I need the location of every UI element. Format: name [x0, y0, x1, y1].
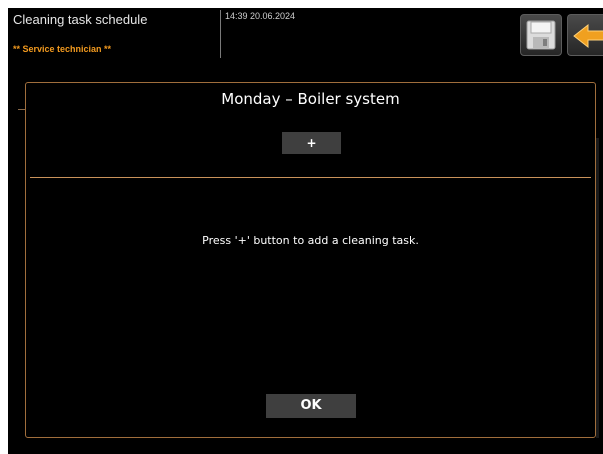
- back-arrow-icon: [573, 23, 603, 49]
- clock-display: 14:39 20.06.2024: [225, 11, 296, 21]
- user-role-label: ** Service technician **: [13, 44, 112, 54]
- screen: Cleaning task schedule ** Service techni…: [0, 0, 603, 454]
- back-button[interactable]: [567, 14, 603, 56]
- dialog-title: Monday – Boiler system: [221, 90, 400, 108]
- ok-button[interactable]: OK: [266, 394, 356, 418]
- dialog-separator: [30, 177, 591, 178]
- save-button[interactable]: [520, 14, 562, 56]
- screen-title: Cleaning task schedule: [13, 12, 148, 27]
- header-divider: [220, 10, 221, 58]
- floppy-disk-icon: [526, 20, 556, 50]
- add-task-button[interactable]: +: [282, 132, 341, 154]
- app-panel: Cleaning task schedule ** Service techni…: [8, 8, 603, 454]
- task-dialog: Monday – Boiler system + Press '+' butto…: [25, 82, 596, 438]
- scroll-track: [596, 138, 599, 438]
- empty-state-message: Press '+' button to add a cleaning task.: [202, 234, 419, 247]
